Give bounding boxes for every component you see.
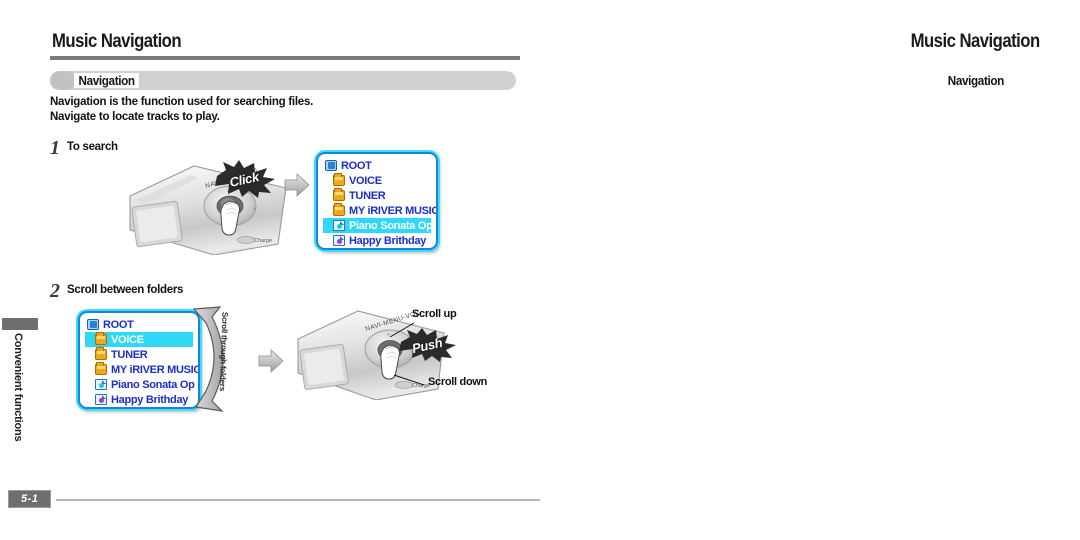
callout-scroll-down-step-2: Scroll down xyxy=(428,376,488,388)
lcd-row[interactable]: TUNER xyxy=(85,347,193,362)
lcd-row[interactable]: MY iRIVER MUSIC xyxy=(323,203,436,218)
flow-arrow-step-2 xyxy=(258,348,284,374)
callout-scroll-up-step-2: Scroll up xyxy=(412,308,457,320)
lcd-row-label: Piano Sonata Op xyxy=(111,378,195,391)
push-burst-step-2: Push xyxy=(398,328,456,362)
step-2-number: 2 xyxy=(50,280,60,302)
lcd-row-label: ROOT xyxy=(103,318,134,331)
file-irm-icon xyxy=(333,220,345,231)
folder-icon xyxy=(333,188,345,201)
click-burst-step-1: Click xyxy=(213,160,275,198)
step-1-number: 1 xyxy=(50,137,60,159)
lcd-row[interactable]: ROOT xyxy=(323,158,431,173)
scroll-through-folders-arrow: Scroll through folders xyxy=(192,305,244,413)
page-number-left: 5-1 xyxy=(8,490,52,508)
file-wma-icon xyxy=(333,235,345,246)
svg-text:»: » xyxy=(253,206,256,212)
lcd-screen-step-1: ROOT VOICE TUNER MY iRIVER MUSIC Piano S… xyxy=(316,152,438,250)
lcd-row[interactable]: VOICE xyxy=(323,173,431,188)
svg-text:Charge: Charge xyxy=(254,238,272,244)
side-tab-label: Convenient functions xyxy=(12,333,24,442)
left-page: Music Navigation Navigation Navigation i… xyxy=(0,0,540,540)
root-icon xyxy=(325,160,337,171)
step-1-header: 1 To search xyxy=(50,137,118,159)
lcd-row-label: ROOT xyxy=(341,159,372,172)
lcd-row-selected[interactable]: Piano Sonata Op xyxy=(323,218,433,233)
section-label: Navigation xyxy=(942,73,1008,88)
lcd-row-label: TUNER xyxy=(349,189,386,202)
lcd-row-label: MY iRIVER MUSIC xyxy=(111,363,200,376)
intro-line-1: Navigation is the function used for sear… xyxy=(50,96,314,108)
title-rule xyxy=(50,56,520,60)
file-irm-icon xyxy=(95,379,107,390)
lcd-row[interactable]: Piano Sonata Op xyxy=(85,377,195,392)
page-title: Music Navigation xyxy=(52,31,182,52)
lcd-row-selected[interactable]: VOICE xyxy=(85,332,193,347)
step-1-label: To search xyxy=(67,141,118,153)
root-icon xyxy=(87,319,99,330)
lcd-row-label: Piano Sonata Op xyxy=(349,219,433,232)
folder-icon xyxy=(95,362,107,375)
lcd-row-label: VOICE xyxy=(111,333,144,346)
page-title: Music Navigation xyxy=(910,31,1041,52)
page-number-rule-left xyxy=(56,499,540,501)
lcd-row[interactable]: MY iRIVER MUSIC xyxy=(85,362,198,377)
manual-page-spread: Music Navigation Navigation Navigation i… xyxy=(0,0,1080,540)
intro-line-2: Navigate to locate tracks to play. xyxy=(50,111,220,123)
folder-icon xyxy=(95,347,107,360)
intro-paragraph: Navigation is the function used for sear… xyxy=(50,95,520,125)
side-tab-cap xyxy=(2,318,38,330)
step-2-header: 2 Scroll between folders xyxy=(50,280,184,302)
folder-icon xyxy=(333,173,345,186)
lcd-row[interactable]: ROOT xyxy=(85,317,193,332)
lcd-row-label: Happy Brithday xyxy=(349,234,427,247)
lcd-row-label: MY iRIVER MUSIC xyxy=(349,204,438,217)
lcd-row[interactable]: TUNER xyxy=(323,188,431,203)
lcd-row-label: TUNER xyxy=(111,348,148,361)
lcd-row-label: VOICE xyxy=(349,174,382,187)
folder-icon xyxy=(95,332,107,345)
lcd-row[interactable]: Happy Brithday xyxy=(323,233,431,248)
svg-text:+: + xyxy=(387,332,390,338)
right-page: Music Navigation Navigation 3 Select fol… xyxy=(540,0,1080,540)
folder-icon xyxy=(333,203,345,216)
lcd-row-label: Happy Brithday xyxy=(111,393,189,406)
lcd-row[interactable]: Happy Brithday xyxy=(85,392,193,407)
section-label: Navigation xyxy=(74,73,140,88)
file-wma-icon xyxy=(95,394,107,405)
flow-arrow-step-1 xyxy=(284,172,310,198)
section-knob xyxy=(50,71,76,90)
lcd-screen-step-2: ROOT VOICE TUNER MY iRIVER MUSIC Piano S… xyxy=(78,311,200,409)
step-2-label: Scroll between folders xyxy=(67,284,184,296)
